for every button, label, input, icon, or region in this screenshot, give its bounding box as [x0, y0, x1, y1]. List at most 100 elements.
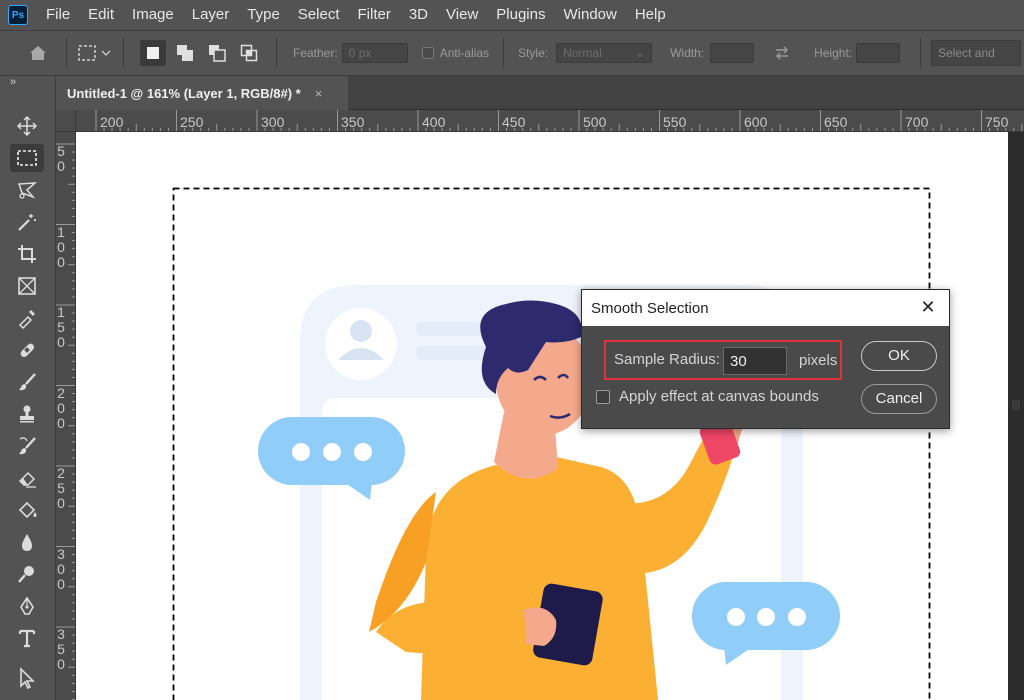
rectangular-marquee-tool-icon[interactable] [10, 144, 44, 172]
separator [920, 38, 922, 68]
menu-window[interactable]: Window [554, 0, 625, 30]
dialog-title[interactable]: Smooth Selection [582, 290, 949, 326]
brush-tool-icon[interactable] [10, 368, 44, 396]
document-tab-title: Untitled-1 @ 161% (Layer 1, RGB/8#) * [67, 85, 301, 101]
sample-radius-input[interactable] [723, 347, 787, 375]
clone-stamp-tool-icon[interactable] [10, 400, 44, 428]
style-select[interactable]: Normal ⌄ [556, 43, 653, 63]
ruler-tick-label: 350 [57, 626, 65, 672]
ruler-tick-label: 500 [583, 114, 607, 130]
menu-filter[interactable]: Filter [349, 0, 400, 30]
menu-plugins[interactable]: Plugins [487, 0, 554, 30]
menu-select[interactable]: Select [289, 0, 349, 30]
vertical-scrollbar[interactable] [1008, 132, 1024, 700]
style-label: Style: [518, 46, 549, 60]
menu-edit[interactable]: Edit [79, 0, 123, 30]
document-tab[interactable]: Untitled-1 @ 161% (Layer 1, RGB/8#) * × [56, 76, 348, 110]
ruler-tick-label: 750 [985, 114, 1009, 130]
sample-radius-unit: pixels [799, 352, 838, 369]
menu-view[interactable]: View [437, 0, 487, 30]
menu-file[interactable]: File [38, 0, 79, 30]
sample-radius-label: Sample Radius: [614, 351, 720, 368]
eraser-tool-icon[interactable] [10, 464, 44, 492]
ruler-tick-label: 650 [824, 114, 848, 130]
ruler-tick-label: 350 [341, 114, 365, 130]
menu-bar: Ps File Edit Image Layer Type Select Fil… [0, 0, 1024, 30]
menu-3d[interactable]: 3D [400, 0, 437, 30]
ok-button[interactable]: OK [861, 341, 937, 371]
menu-type[interactable]: Type [238, 0, 289, 30]
swap-width-height-icon[interactable] [768, 39, 796, 67]
cancel-button[interactable]: Cancel [861, 384, 937, 414]
apply-canvas-bounds-checkbox[interactable] [596, 389, 610, 404]
chat-bubble-left-tail [344, 482, 372, 500]
close-icon[interactable]: ✕ [919, 298, 937, 316]
separator [123, 38, 124, 68]
scrollbar-thumb[interactable] [1012, 400, 1020, 410]
paint-bucket-tool-icon[interactable] [10, 496, 44, 524]
healing-brush-tool-icon[interactable] [10, 336, 44, 364]
chevron-down-icon: ⌄ [635, 46, 646, 60]
home-icon[interactable] [24, 39, 52, 67]
crop-tool-icon[interactable] [10, 240, 44, 268]
magic-wand-tool-icon[interactable] [10, 208, 44, 236]
subtract-from-selection-icon[interactable] [204, 40, 230, 66]
path-selection-tool-icon[interactable] [10, 664, 44, 692]
ruler-tick-label: 550 [663, 114, 687, 130]
height-label: Height: [814, 46, 853, 60]
chat-dot [292, 443, 310, 461]
type-tool-icon[interactable] [10, 624, 44, 652]
ruler-tick-label: 300 [261, 114, 285, 130]
vertical-ruler[interactable]: 50 100 150 200 250 300 350 [56, 132, 76, 700]
width-input[interactable] [710, 43, 755, 63]
menu-image[interactable]: Image [123, 0, 183, 30]
ruler-tick-label: 100 [57, 224, 65, 270]
ruler-tick-label: 450 [502, 114, 526, 130]
ruler-tick-label: 400 [422, 114, 446, 130]
ruler-tick-label: 300 [57, 546, 65, 592]
options-bar: Feather: 0 px Anti-alias Style: Normal ⌄ … [0, 30, 1024, 76]
antialias-checkbox[interactable] [421, 47, 434, 59]
lasso-tool-icon[interactable] [10, 176, 44, 204]
feather-label: Feather: [293, 46, 338, 60]
profile-avatar-circle [325, 308, 397, 380]
chevron-down-icon[interactable] [99, 39, 113, 67]
chat-dot [788, 608, 806, 626]
sample-radius-group: Sample Radius: pixels [604, 340, 842, 380]
ruler-tick-label: 150 [57, 304, 65, 350]
chat-dot [354, 443, 372, 461]
menu-help[interactable]: Help [626, 0, 675, 30]
intersect-selection-icon[interactable] [236, 40, 262, 66]
apply-canvas-bounds-row[interactable]: Apply effect at canvas bounds [596, 388, 819, 405]
height-input[interactable] [856, 43, 901, 63]
select-and-mask-button[interactable]: Select and [931, 40, 1022, 66]
feather-input[interactable]: 0 px [341, 43, 408, 63]
separator [503, 38, 505, 68]
character-shirt [421, 457, 658, 700]
ruler-ticks [95, 110, 1023, 131]
blur-tool-icon[interactable] [10, 528, 44, 556]
chat-dot [757, 608, 775, 626]
eyedropper-tool-icon[interactable] [10, 304, 44, 332]
menu-layer[interactable]: Layer [183, 0, 239, 30]
dodge-tool-icon[interactable] [10, 560, 44, 588]
chat-bubble-right-tail [724, 647, 752, 665]
new-selection-icon[interactable] [140, 40, 166, 66]
chat-dot [727, 608, 745, 626]
ruler-origin[interactable] [56, 110, 76, 132]
separator [66, 38, 67, 68]
horizontal-ruler[interactable]: 200 250 300 350 400 450 500 550 600 650 … [76, 110, 1024, 132]
antialias-label: Anti-alias [439, 46, 490, 60]
collapse-panel-icon[interactable]: » [10, 76, 16, 88]
history-brush-tool-icon[interactable] [10, 432, 44, 460]
frame-tool-icon[interactable] [10, 272, 44, 300]
pen-tool-icon[interactable] [10, 592, 44, 620]
photoshop-logo-icon[interactable]: Ps [8, 5, 28, 25]
add-to-selection-icon[interactable] [172, 40, 198, 66]
ruler-tick-label: 50 [57, 143, 65, 174]
marquee-preset-icon[interactable] [75, 39, 99, 67]
apply-canvas-bounds-label: Apply effect at canvas bounds [619, 388, 819, 405]
ruler-tick-label: 200 [57, 385, 65, 431]
close-icon[interactable]: × [315, 86, 323, 101]
move-tool-icon[interactable] [10, 112, 44, 140]
